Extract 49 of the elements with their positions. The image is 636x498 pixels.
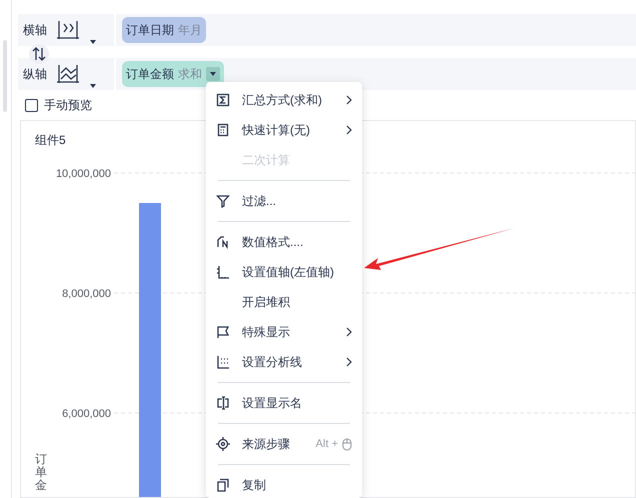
checkbox-label: 手动预览 [44,97,92,114]
menu-item[interactable]: 快速计算(无) [206,115,362,145]
chevron-right-icon [346,125,352,135]
field-pill[interactable]: 订单金额 求和 [122,61,224,87]
number-format-icon [216,235,230,249]
line-chart-icon[interactable] [56,64,80,84]
scrollbar[interactable] [3,40,7,112]
menu-item[interactable]: 设置分析线 [206,347,362,377]
y-tick-label: 6,000,000 [62,408,111,420]
chevron-right-icon [346,327,352,337]
y-tick-label: 10,000,000 [56,168,111,180]
checkbox[interactable] [25,98,38,112]
flag-icon [216,325,230,339]
calculator-icon [216,123,230,137]
mouse-icon [342,438,352,450]
axis-chart-icon[interactable] [56,20,80,40]
menu-item[interactable]: 设置显示名 [206,388,362,418]
axis-label: 横轴 [22,22,48,39]
sigma-icon [216,93,230,107]
menu-item[interactable]: 设置值轴(左值轴) [206,257,362,287]
caret-icon[interactable] [90,40,96,44]
caret-icon[interactable] [90,84,96,88]
chevron-right-icon [346,357,352,367]
caret-icon [210,72,216,76]
menu-item[interactable]: 复制 [206,470,362,498]
menu-item[interactable]: 汇总方式(求和) [206,85,362,115]
rename-icon [216,396,230,410]
value-axis-icon [216,265,230,279]
dropdown-button[interactable] [206,67,220,81]
field-name: 订单日期 [126,22,174,39]
menu-item[interactable]: 过滤... [206,186,362,216]
chart-title: 组件5 [34,132,66,149]
aggregation-label: 年月 [178,22,202,39]
chevron-right-icon [346,95,352,105]
copy-icon [216,478,230,492]
menu-item[interactable]: 特殊显示 [206,317,362,347]
menu-item[interactable]: 来源步骤 Alt + [206,429,362,459]
field-pill[interactable]: 订单日期 年月 [122,17,206,43]
field-name: 订单金额 [126,66,174,83]
analysis-lines-icon [216,355,230,369]
target-icon [216,437,230,451]
axis-label: 纵轴 [22,66,48,83]
y-axis-title: 订单金 [35,453,47,493]
menu-item[interactable]: 数值格式.... [206,227,362,257]
shortcut-hint: Alt + [316,436,338,452]
y-tick-label: 8,000,000 [62,288,111,300]
filter-icon [216,194,230,208]
aggregation-label: 求和 [178,66,202,83]
menu-item[interactable]: 开启堆积 [206,287,362,317]
